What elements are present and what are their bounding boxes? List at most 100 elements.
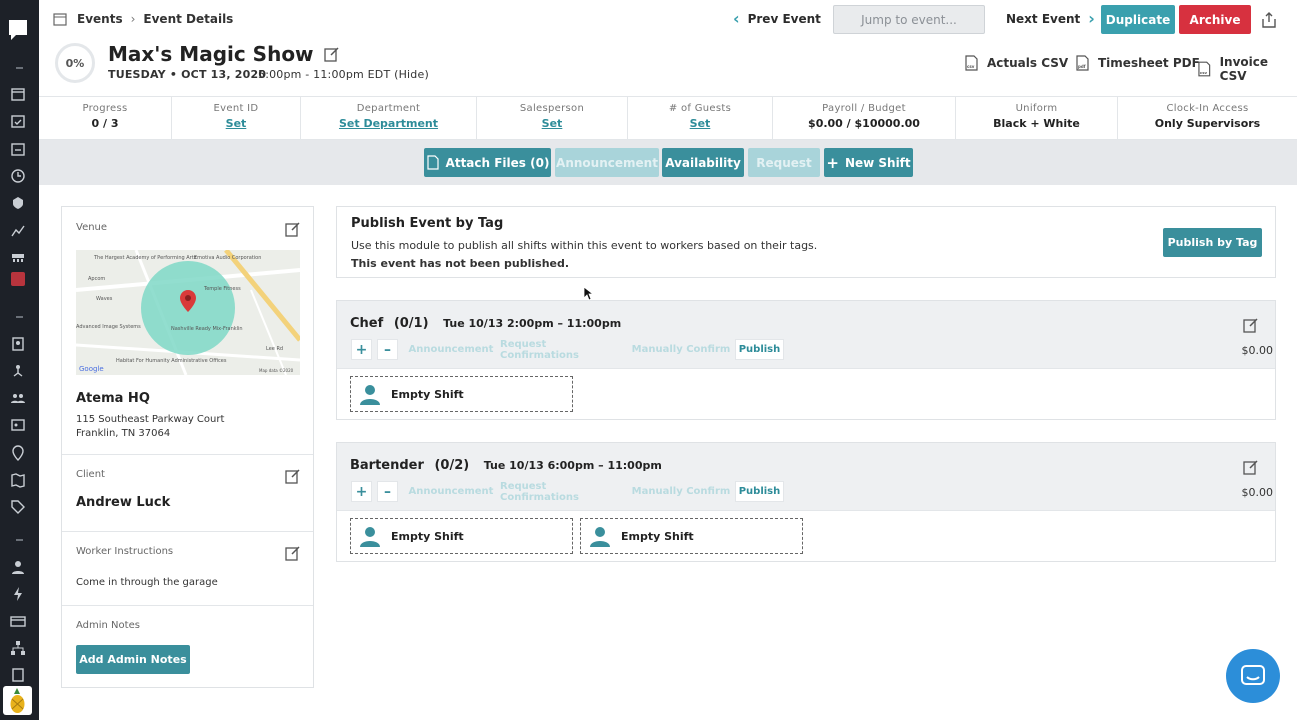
edit-role-icon[interactable]	[1243, 459, 1259, 475]
network-icon[interactable]	[10, 640, 26, 656]
announcement-button[interactable]: Announcement	[555, 148, 659, 177]
person-icon[interactable]	[10, 559, 26, 575]
id-card-icon[interactable]	[10, 417, 26, 433]
duplicate-button[interactable]: Duplicate	[1101, 5, 1175, 34]
calendar-check-icon[interactable]	[10, 113, 26, 129]
role-name: Chef	[350, 316, 384, 331]
progress-ring: 0%	[55, 43, 95, 83]
map-label: Temple Fitness	[203, 286, 241, 292]
credit-card-icon[interactable]	[10, 613, 26, 629]
stat-value: Black + White	[993, 117, 1080, 130]
set-guests-link[interactable]: Set	[628, 117, 772, 130]
chat-launcher-button[interactable]	[1226, 649, 1280, 703]
venue-address-line1: 115 Southeast Parkway Court	[76, 414, 225, 425]
empty-shift-slot[interactable]: Empty Shift	[580, 518, 803, 554]
request-confirmations-button[interactable]: Request Confirmations	[499, 339, 625, 361]
set-salesperson-link[interactable]: Set	[477, 117, 627, 130]
role-announcement-button[interactable]: Announcement	[407, 339, 495, 360]
empty-shift-slot[interactable]: Empty Shift	[350, 376, 573, 412]
prev-event-label: Prev Event	[747, 12, 821, 26]
megaphone-icon[interactable]	[10, 249, 26, 265]
remove-shift-button[interactable]: –	[377, 481, 398, 502]
publish-by-tag-heading: Publish Event by Tag	[351, 216, 504, 231]
attach-files-button[interactable]: Attach Files (0)	[424, 148, 551, 177]
remove-shift-button[interactable]: –	[377, 339, 398, 360]
event-title: Max's Magic Show	[108, 42, 314, 66]
add-shift-button[interactable]: +	[351, 481, 372, 502]
tag-icon[interactable]	[10, 499, 26, 515]
shift-label: Empty Shift	[391, 387, 464, 401]
actuals-csv-label: Actuals CSV	[987, 56, 1069, 70]
sidebar-divider	[16, 539, 23, 541]
map-icon[interactable]	[10, 472, 26, 488]
empty-shift-slot[interactable]: Empty Shift	[350, 518, 573, 554]
breadcrumb-events-link[interactable]: Events	[77, 12, 123, 26]
stat-salesperson: Salesperson Set	[477, 97, 628, 140]
google-logo: Google	[79, 365, 104, 373]
prev-event-button[interactable]: ‹ Prev Event	[733, 11, 821, 27]
stat-label: Uniform	[1015, 103, 1058, 114]
new-shift-button[interactable]: + New Shift	[824, 148, 913, 177]
stat-label: Salesperson	[519, 103, 585, 114]
stat-label: # of Guests	[668, 103, 732, 114]
section-divider	[62, 605, 313, 606]
stat-value: Only Supervisors	[1154, 117, 1261, 130]
jump-to-event-input[interactable]: Jump to event...	[833, 5, 985, 34]
share-icon[interactable]	[1260, 11, 1278, 29]
section-divider	[62, 454, 313, 455]
publish-by-tag-button[interactable]: Publish by Tag	[1163, 228, 1262, 257]
request-button[interactable]: Request	[748, 148, 820, 177]
role-card-bartender: Bartender (0/2) Tue 10/13 6:00pm – 11:00…	[336, 442, 1276, 562]
users-icon[interactable]	[10, 390, 26, 406]
event-info-card: Venue The Hargest Academy of Performing …	[61, 206, 314, 688]
edit-client-icon[interactable]	[285, 468, 301, 484]
role-announcement-button[interactable]: Announcement	[407, 481, 495, 502]
publish-role-button[interactable]: Publish	[735, 481, 784, 502]
publish-status: This event has not been published.	[351, 257, 570, 270]
edit-venue-icon[interactable]	[285, 221, 301, 237]
edit-instructions-icon[interactable]	[285, 545, 301, 561]
manually-confirm-button[interactable]: Manually Confirm	[630, 481, 732, 502]
calendar-icon[interactable]	[10, 86, 26, 102]
next-event-button[interactable]: Next Event ›	[1006, 11, 1095, 27]
role-name: Bartender	[350, 458, 424, 473]
chart-icon[interactable]	[10, 222, 26, 238]
stat-value: $0.00 / $10000.00	[808, 117, 920, 130]
map-attribution: Map data ©2020	[259, 368, 294, 373]
manually-confirm-button[interactable]: Manually Confirm	[630, 339, 732, 360]
add-admin-notes-button[interactable]: Add Admin Notes	[76, 645, 190, 674]
venue-name: Atema HQ	[76, 391, 150, 406]
set-department-link[interactable]: Set Department	[301, 117, 476, 130]
clock-icon[interactable]	[10, 168, 26, 184]
location-icon[interactable]	[10, 445, 26, 461]
invoice-csv-button[interactable]: csv Invoice CSV	[1197, 55, 1297, 83]
shift-label: Empty Shift	[621, 529, 694, 543]
hierarchy-icon[interactable]	[10, 363, 26, 379]
event-stats-bar: Progress 0 / 3 Event ID Set Department S…	[39, 96, 1297, 140]
person-icon	[590, 527, 610, 547]
edit-icon[interactable]	[323, 46, 340, 62]
request-confirmations-button[interactable]: Request Confirmations	[499, 481, 625, 503]
availability-button[interactable]: Availability	[662, 148, 744, 177]
pineapple-avatar-icon[interactable]	[3, 686, 32, 715]
app-logo-icon[interactable]	[7, 18, 29, 42]
set-event-id-link[interactable]: Set	[172, 117, 300, 130]
archive-button[interactable]: Archive	[1179, 5, 1251, 34]
red-square-icon[interactable]	[11, 272, 25, 286]
role-header: Bartender (0/2) Tue 10/13 6:00pm – 11:00…	[337, 443, 1275, 511]
event-time[interactable]: 5:00pm - 11:00pm EDT (Hide)	[258, 68, 429, 81]
actuals-csv-button[interactable]: csv Actuals CSV	[964, 55, 1068, 71]
map-label: Lee Rd	[266, 346, 283, 352]
receipt-icon[interactable]	[10, 667, 26, 683]
add-shift-button[interactable]: +	[351, 339, 372, 360]
timesheet-pdf-button[interactable]: pdf Timesheet PDF	[1075, 55, 1200, 71]
badge-icon[interactable]	[10, 195, 26, 211]
schedule-icon[interactable]	[10, 141, 26, 157]
contacts-icon[interactable]	[10, 336, 26, 352]
edit-role-icon[interactable]	[1243, 317, 1259, 333]
publish-role-button[interactable]: Publish	[735, 339, 784, 360]
stat-guests: # of Guests Set	[628, 97, 773, 140]
sidebar-divider	[16, 316, 23, 318]
bolt-icon[interactable]	[10, 586, 26, 602]
venue-map[interactable]: The Hargest Academy of Performing Arts E…	[76, 250, 300, 375]
